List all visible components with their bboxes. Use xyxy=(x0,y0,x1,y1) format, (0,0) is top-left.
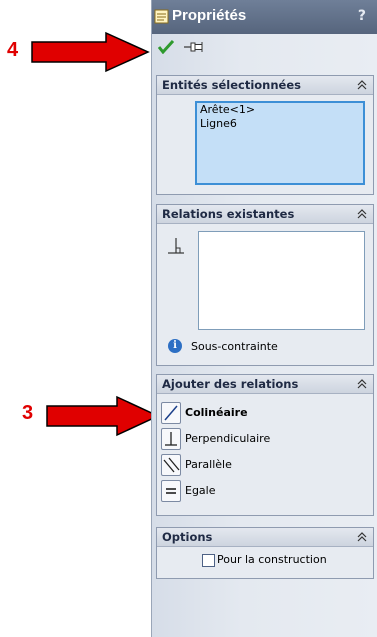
collinear-icon[interactable] xyxy=(161,402,181,424)
group-title: Entités sélectionnées xyxy=(162,78,301,92)
red-arrow-icon xyxy=(31,31,150,73)
callout-number-3: 3 xyxy=(22,402,34,424)
relation-label[interactable]: Egale xyxy=(185,484,216,497)
list-item[interactable]: Arête<1> xyxy=(197,103,363,117)
checkmark-icon[interactable] xyxy=(158,40,174,54)
group-title: Options xyxy=(162,530,213,544)
existing-relations-group: Relations existantes i Sous-contrainte xyxy=(156,204,374,366)
add-relations-group: Ajouter des relations Colinéaire Perpend… xyxy=(156,374,374,516)
selected-entities-group: Entités sélectionnées Arête<1> Ligne6 xyxy=(156,75,374,195)
panel-titlebar: Propriétés ? xyxy=(152,0,377,34)
relation-label[interactable]: Colinéaire xyxy=(185,406,248,419)
red-arrow-icon xyxy=(46,395,160,437)
callout-number-4: 4 xyxy=(7,39,19,61)
list-item[interactable]: Ligne6 xyxy=(197,117,363,131)
construction-checkbox[interactable] xyxy=(202,554,215,567)
relation-symbol-icon xyxy=(168,238,184,254)
relation-equal[interactable]: Egale xyxy=(161,480,361,502)
equal-icon[interactable] xyxy=(161,480,181,502)
collapse-chevron-icon[interactable] xyxy=(357,531,367,543)
collapse-chevron-icon[interactable] xyxy=(357,79,367,91)
relation-label[interactable]: Perpendiculaire xyxy=(185,432,270,445)
selected-entities-list[interactable]: Arête<1> Ligne6 xyxy=(195,101,365,185)
panel-title: Propriétés xyxy=(172,7,247,24)
relation-parallel[interactable]: Parallèle xyxy=(161,454,361,476)
existing-relations-list[interactable] xyxy=(198,231,365,330)
property-manager-panel: Propriétés ? Entités sélectionnées Arête… xyxy=(151,0,377,637)
perpendicular-icon[interactable] xyxy=(161,428,181,450)
properties-icon xyxy=(154,9,169,24)
construction-label[interactable]: Pour la construction xyxy=(217,553,327,566)
group-header[interactable]: Ajouter des relations xyxy=(157,375,373,394)
relation-collinear[interactable]: Colinéaire xyxy=(161,402,361,424)
group-header[interactable]: Entités sélectionnées xyxy=(157,76,373,95)
relation-label[interactable]: Parallèle xyxy=(185,458,232,471)
group-header[interactable]: Options xyxy=(157,528,373,547)
group-header[interactable]: Relations existantes xyxy=(157,205,373,224)
help-button[interactable]: ? xyxy=(358,8,366,24)
relation-perpendicular[interactable]: Perpendiculaire xyxy=(161,428,361,450)
collapse-chevron-icon[interactable] xyxy=(357,378,367,390)
constraint-status: Sous-contrainte xyxy=(191,340,278,353)
parallel-icon[interactable] xyxy=(161,454,181,476)
options-group: Options Pour la construction xyxy=(156,527,374,579)
group-title: Ajouter des relations xyxy=(162,377,299,391)
group-title: Relations existantes xyxy=(162,207,295,221)
pushpin-icon[interactable] xyxy=(184,41,204,53)
info-icon: i xyxy=(168,339,182,353)
collapse-chevron-icon[interactable] xyxy=(357,208,367,220)
